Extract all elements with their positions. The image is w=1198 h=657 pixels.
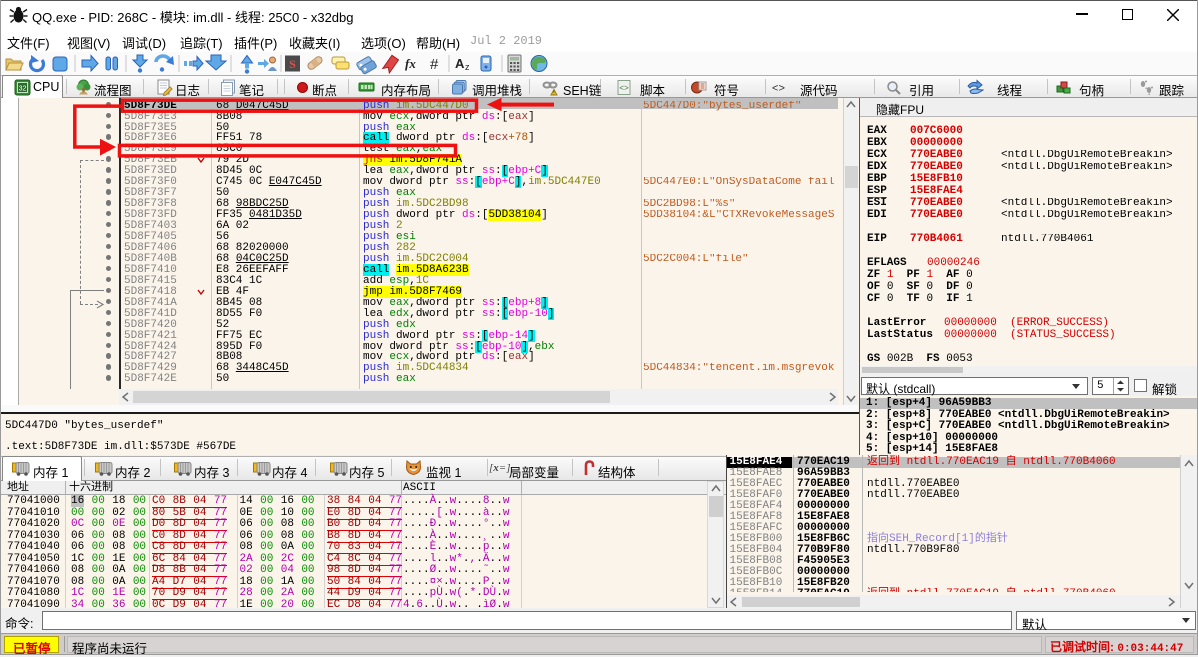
svg-text:#: # [430,56,439,73]
svg-text:<>: <> [772,83,785,95]
svg-text:z: z [465,62,470,72]
svg-text:32: 32 [19,85,27,92]
svg-text:S: S [289,57,296,71]
svg-text:fx: fx [405,56,416,71]
svg-text:A: A [455,56,465,71]
svg-text:!: ! [553,90,554,96]
svg-text:<>: <> [619,84,629,93]
